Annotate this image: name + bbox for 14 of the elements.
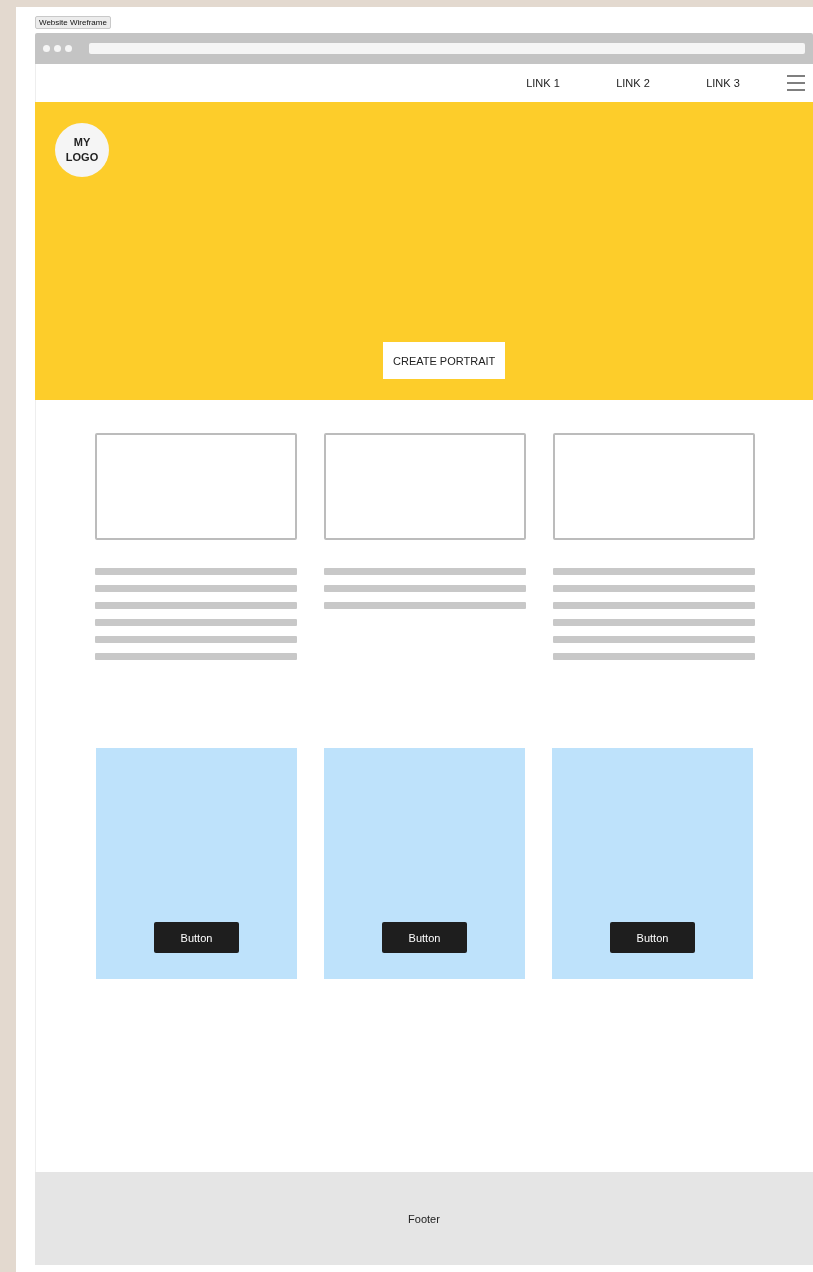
footer-text: Footer — [408, 1212, 440, 1225]
menu-icon[interactable] — [787, 75, 805, 91]
frame-label: Website Wireframe — [35, 16, 111, 29]
window-dot — [43, 45, 50, 52]
logo: MY LOGO — [55, 123, 109, 177]
nav-link[interactable]: LINK 1 — [498, 77, 588, 89]
nav-link[interactable]: LINK 2 — [588, 77, 678, 89]
nav-link[interactable]: LINK 3 — [678, 77, 768, 89]
create-portrait-button[interactable]: CREATE PORTRAIT — [383, 342, 506, 379]
card-button[interactable]: Button — [382, 922, 467, 953]
window-dot — [54, 45, 61, 52]
card-button[interactable]: Button — [610, 922, 695, 953]
window-dot — [65, 45, 72, 52]
card-button[interactable]: Button — [154, 922, 239, 953]
